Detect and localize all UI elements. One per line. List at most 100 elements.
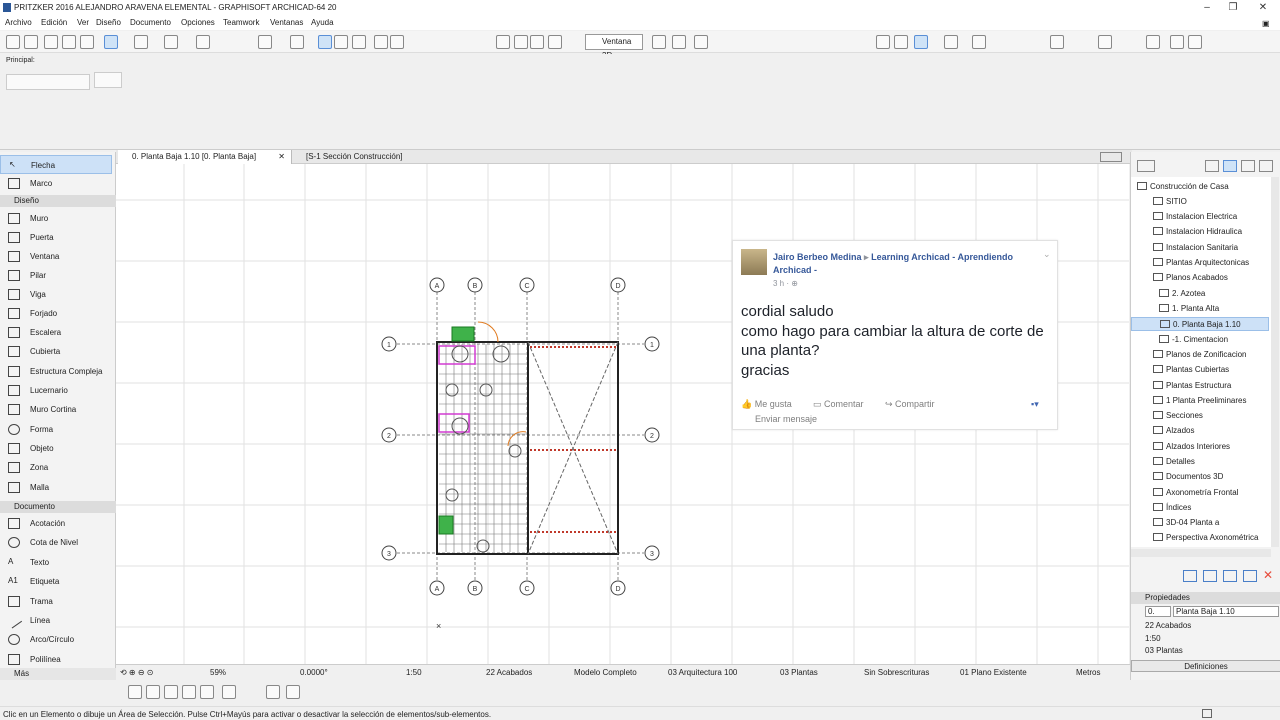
tools-icon[interactable] bbox=[1170, 35, 1184, 49]
align-icon[interactable] bbox=[128, 685, 142, 699]
eyedropper-icon[interactable] bbox=[80, 35, 94, 49]
publisher-icon[interactable] bbox=[914, 35, 928, 49]
view-map-icon[interactable] bbox=[1223, 160, 1237, 172]
tree-item[interactable]: 1. Planta Alta bbox=[1159, 302, 1219, 316]
zoom-controls-icon[interactable]: ⟲ ⊕ ⊖ ⊙ bbox=[120, 668, 153, 677]
tree-item[interactable]: Plantas Cubiertas bbox=[1153, 363, 1229, 377]
menu-opciones[interactable]: Opciones bbox=[181, 18, 215, 27]
layer-combo[interactable]: 22 Acabados bbox=[486, 668, 532, 677]
property-id-field[interactable]: 0. bbox=[1145, 606, 1171, 617]
new-view-icon[interactable] bbox=[1183, 570, 1197, 582]
trace-icon[interactable] bbox=[318, 35, 332, 49]
rotation-value[interactable]: 0.0000° bbox=[300, 668, 328, 677]
tab-seccion[interactable]: [S-1 Sección Construcción] bbox=[292, 150, 492, 164]
tool-muro[interactable]: Muro bbox=[0, 209, 112, 228]
tool-estructura-compleja[interactable]: Estructura Compleja bbox=[0, 362, 112, 381]
menu-ver[interactable]: Ver bbox=[77, 18, 89, 27]
selection-method-control[interactable] bbox=[6, 74, 90, 90]
restore-doc-icon[interactable]: ▣ bbox=[1262, 19, 1270, 28]
tree-item[interactable]: Alzados Interiores bbox=[1153, 440, 1230, 454]
tab-menu-icon[interactable] bbox=[1100, 152, 1122, 162]
renovation-filter[interactable]: 01 Plano Existente bbox=[960, 668, 1027, 677]
tool-acotacion[interactable]: Acotación bbox=[0, 514, 112, 533]
tree-item[interactable]: Axonometría Frontal bbox=[1153, 486, 1238, 500]
guide-icon[interactable] bbox=[164, 35, 178, 49]
properties-header[interactable]: Propiedades bbox=[1131, 592, 1280, 604]
tree-item[interactable]: 2. Azotea bbox=[1159, 287, 1205, 301]
hotlink-icon[interactable] bbox=[286, 685, 300, 699]
tree-item[interactable]: Instalacion Hidraulica bbox=[1153, 225, 1242, 239]
tool-lucernario[interactable]: Lucernario bbox=[0, 381, 112, 400]
tree-horizontal-scrollbar[interactable] bbox=[1131, 549, 1271, 557]
axis-icon[interactable] bbox=[694, 35, 708, 49]
tree-item[interactable]: -1. Cimentacion bbox=[1159, 333, 1228, 347]
menu-diseno[interactable]: Diseño bbox=[96, 18, 121, 27]
tree-item-selected[interactable]: 0. Planta Baja 1.10 bbox=[1131, 317, 1269, 331]
tree-root[interactable]: Construcción de Casa bbox=[1137, 180, 1229, 194]
close-window-button[interactable]: ✕ bbox=[1246, 0, 1280, 16]
menu-teamwork[interactable]: Teamwork bbox=[223, 18, 259, 27]
layout-icon[interactable] bbox=[334, 35, 348, 49]
dimension-style[interactable]: 03 Plantas bbox=[780, 668, 818, 677]
close-tab-icon[interactable]: ✕ bbox=[278, 150, 285, 164]
tool-cubierta[interactable]: Cubierta bbox=[0, 342, 112, 361]
suspend-icon[interactable] bbox=[200, 685, 214, 699]
settings-icon[interactable] bbox=[1243, 570, 1257, 582]
scissors-icon[interactable] bbox=[374, 35, 388, 49]
floor-plan-canvas[interactable]: A B C D A B C D 1 2 3 1 2 3 × Jairo Berb… bbox=[116, 164, 1129, 664]
tree-item[interactable]: Perspectiva Axonométrica bbox=[1153, 531, 1259, 545]
send-message-button[interactable]: Enviar mensaje bbox=[755, 414, 817, 424]
tree-item[interactable]: SITIO bbox=[1153, 195, 1187, 209]
markup-icon[interactable] bbox=[1050, 35, 1064, 49]
pen-set[interactable]: 03 Arquitectura 100 bbox=[668, 668, 737, 677]
tool-puerta[interactable]: Puerta bbox=[0, 228, 112, 247]
comment-button[interactable]: ▭ Comentar bbox=[813, 399, 864, 410]
tool-polilinea[interactable]: Polilínea bbox=[0, 650, 112, 669]
delete-icon[interactable]: ✕ bbox=[1263, 568, 1273, 582]
lock-icon[interactable] bbox=[290, 35, 304, 49]
ventana-3d-button[interactable]: Ventana 3D bbox=[585, 34, 643, 60]
3d-cube-icon[interactable] bbox=[652, 35, 666, 49]
menu-archivo[interactable]: Archivo bbox=[5, 18, 32, 27]
tree-item[interactable]: Secciones bbox=[1153, 409, 1203, 423]
tab-planta-baja[interactable]: 0. Planta Baja 1.10 [0. Planta Baja] ✕ bbox=[118, 150, 292, 164]
tool-arco-circulo[interactable]: Arco/Círculo bbox=[0, 630, 112, 649]
units[interactable]: Metros bbox=[1076, 668, 1100, 677]
chevron-down-icon[interactable]: ⌄ bbox=[1043, 249, 1051, 260]
menu-ventanas[interactable]: Ventanas bbox=[270, 18, 303, 27]
post-author[interactable]: Jairo Berbeo Medina bbox=[773, 252, 862, 262]
definitions-button[interactable]: Definiciones bbox=[1131, 660, 1280, 672]
tool-ventana[interactable]: Ventana bbox=[0, 247, 112, 266]
tool-objeto[interactable]: Objeto bbox=[0, 439, 112, 458]
tool-viga[interactable]: Viga bbox=[0, 285, 112, 304]
extra-icon[interactable] bbox=[1188, 35, 1202, 49]
more-tools[interactable]: Más bbox=[0, 668, 116, 680]
tree-item[interactable]: Plantas Arquitectonicas bbox=[1153, 256, 1249, 270]
zoom-icon[interactable] bbox=[390, 35, 404, 49]
pick-icon[interactable] bbox=[44, 35, 58, 49]
tool-trama[interactable]: Trama bbox=[0, 592, 112, 611]
render-icon[interactable] bbox=[548, 35, 562, 49]
tree-item[interactable]: 1 Planta Preeliminares bbox=[1153, 394, 1246, 408]
tool-zona[interactable]: Zona bbox=[0, 458, 112, 477]
share-button[interactable]: ↪ Compartir bbox=[885, 399, 935, 410]
project-map-icon[interactable] bbox=[1205, 160, 1219, 172]
zoom-value[interactable]: 59% bbox=[210, 668, 226, 677]
grid-snap-icon[interactable] bbox=[196, 35, 210, 49]
menu-ayuda[interactable]: Ayuda bbox=[311, 18, 334, 27]
teamwork-icon[interactable] bbox=[944, 35, 958, 49]
tool-texto[interactable]: A Texto bbox=[0, 553, 112, 572]
views-icon[interactable] bbox=[876, 35, 890, 49]
new-folder-icon[interactable] bbox=[1223, 570, 1237, 582]
tree-item[interactable]: Índices bbox=[1153, 501, 1191, 515]
category-design[interactable]: Diseño bbox=[0, 195, 116, 207]
tree-item[interactable]: Planos de Zonificacion bbox=[1153, 348, 1247, 362]
graphic-overrides[interactable]: Sin Sobrescrituras bbox=[864, 668, 929, 677]
model-view-option[interactable]: Modelo Completo bbox=[574, 668, 637, 677]
section-icon[interactable] bbox=[514, 35, 528, 49]
snap-icon[interactable] bbox=[134, 35, 148, 49]
selection-icon[interactable] bbox=[258, 35, 272, 49]
tool-muro-cortina[interactable]: Muro Cortina bbox=[0, 400, 112, 419]
category-documento[interactable]: Documento bbox=[0, 501, 116, 513]
tree-item[interactable]: 3D-04 Planta a bbox=[1153, 516, 1219, 530]
